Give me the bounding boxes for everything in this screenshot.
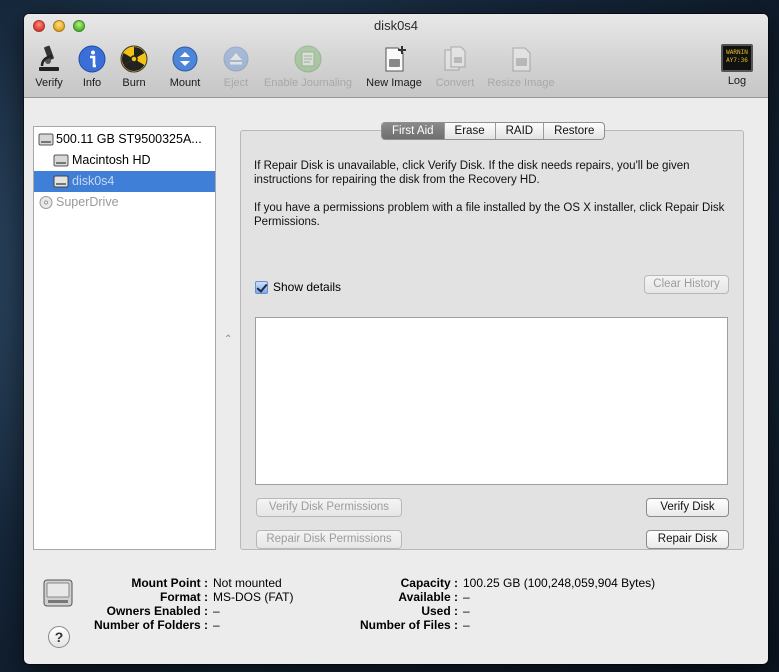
info-icon [78, 45, 106, 73]
info-button[interactable]: Info [76, 44, 108, 94]
splitter-handle[interactable]: ⌃ [224, 334, 232, 345]
available-label: Available : [398, 590, 458, 604]
mount-button[interactable]: Mount [166, 44, 204, 94]
mount-icon [172, 46, 198, 72]
disk-utility-window: disk0s4 Verify Info Burn Mount Eject Ena… [24, 14, 768, 664]
number-of-files-value: – [463, 618, 470, 632]
optical-drive-icon [39, 196, 53, 209]
disk-list: 500.11 GB ST9500325A... Macintosh HD dis… [33, 126, 216, 550]
verify-disk-permissions-button[interactable]: Verify Disk Permissions [256, 498, 402, 517]
tab-raid[interactable]: RAID [496, 123, 545, 139]
eject-icon [223, 46, 249, 72]
help-button[interactable]: ? [48, 626, 70, 648]
first-aid-panel: First Aid Erase RAID Restore If Repair D… [240, 122, 744, 550]
tab-first-aid[interactable]: First Aid [382, 123, 445, 139]
log-button[interactable]: WARNIN AY7:36 Log [720, 44, 754, 94]
journaling-icon [294, 45, 322, 73]
mount-point-label: Mount Point : [131, 576, 208, 590]
enable-journaling-button[interactable]: Enable Journaling [262, 44, 354, 94]
tab-erase[interactable]: Erase [445, 123, 496, 139]
resize-image-button[interactable]: Resize Image [484, 44, 558, 94]
used-label: Used : [421, 604, 458, 618]
disk-list-item-macintosh-hd[interactable]: Macintosh HD [34, 150, 215, 171]
disk-list-item-disk0s4[interactable]: disk0s4 [34, 171, 215, 192]
clear-history-button[interactable]: Clear History [644, 275, 729, 294]
console-icon: WARNIN AY7:36 [721, 44, 753, 72]
disk-list-item-physical-disk[interactable]: 500.11 GB ST9500325A... [34, 129, 215, 150]
show-details-row[interactable]: Show details [255, 279, 341, 295]
toolbar: disk0s4 Verify Info Burn Mount Eject Ena… [24, 14, 768, 98]
eject-button[interactable]: Eject [218, 44, 254, 94]
number-of-folders-value: – [213, 618, 220, 632]
disk-info-left: Mount Point : Not mounted Format : MS-DOS … [74, 576, 293, 632]
capacity-value: 100.25 GB (100,248,059,904 Bytes) [463, 576, 656, 590]
volume-icon [53, 175, 69, 188]
tab-bar: First Aid Erase RAID Restore [381, 122, 606, 140]
selected-disk-icon [43, 579, 73, 607]
disk-info-right: Capacity : 100.25 GB (100,248,059,904 Byt… [334, 576, 655, 632]
disk-list-item-superdrive[interactable]: SuperDrive [34, 192, 215, 213]
used-value: – [463, 604, 470, 618]
disk-list-item-label: SuperDrive [56, 195, 119, 209]
capacity-label: Capacity : [400, 576, 458, 590]
repair-disk-permissions-button[interactable]: Repair Disk Permissions [256, 530, 402, 549]
number-of-files-label: Number of Files : [359, 618, 458, 632]
convert-button[interactable]: Convert [432, 44, 478, 94]
window-title: disk0s4 [373, 18, 419, 33]
number-of-folders-label: Number of Folders : [93, 618, 208, 632]
details-log-area[interactable] [255, 317, 728, 485]
available-value: – [463, 590, 470, 604]
show-details-checkbox[interactable] [255, 280, 268, 294]
tab-restore[interactable]: Restore [544, 123, 604, 139]
volume-icon [53, 154, 69, 167]
format-label: Format : [160, 590, 208, 604]
new-image-icon [385, 46, 406, 72]
owners-enabled-value: – [213, 604, 220, 618]
verify-disk-button[interactable]: Verify Disk [646, 498, 729, 517]
format-value: MS-DOS (FAT) [213, 590, 294, 604]
hard-disk-icon [38, 133, 54, 146]
radiation-icon [120, 45, 148, 73]
mount-point-value: Not mounted [213, 576, 282, 590]
owners-enabled-label: Owners Enabled : [106, 604, 208, 618]
show-details-label: Show details [273, 280, 342, 294]
convert-icon [444, 46, 466, 71]
new-image-button[interactable]: New Image [364, 44, 424, 94]
disk-list-item-label: 500.11 GB ST9500325A... [56, 132, 202, 146]
resize-image-icon [512, 47, 531, 72]
first-aid-instructions: If Repair Disk is unavailable, click Ver… [254, 160, 690, 186]
disk-list-item-label: Macintosh HD [72, 153, 151, 167]
verify-button[interactable]: Verify [32, 44, 66, 94]
repair-disk-button[interactable]: Repair Disk [646, 530, 729, 549]
microscope-icon [39, 45, 59, 71]
disk-list-item-label: disk0s4 [72, 174, 115, 188]
burn-button[interactable]: Burn [118, 44, 150, 94]
permissions-instructions: If you have a permissions problem with a… [254, 202, 725, 228]
